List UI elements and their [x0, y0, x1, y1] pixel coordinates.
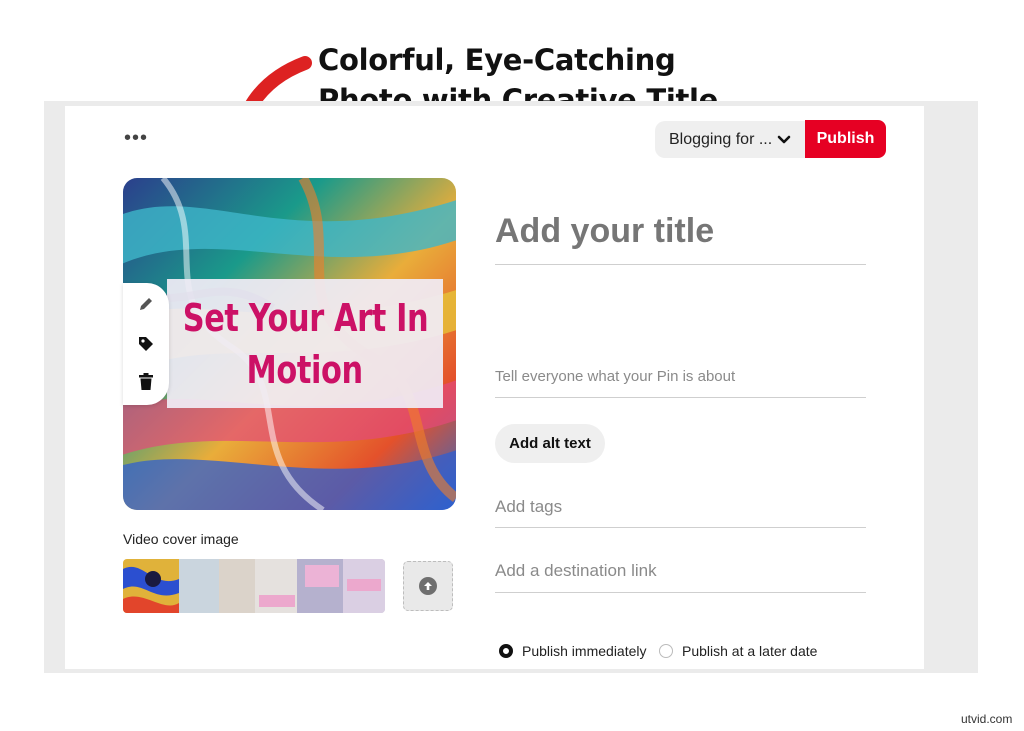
pin-text-overlay[interactable]: Set Your Art In Motion	[167, 279, 443, 408]
publish-button[interactable]: Publish	[805, 120, 886, 158]
video-cover-thumbnails[interactable]	[123, 559, 385, 613]
publish-immediately-label: Publish immediately	[522, 643, 647, 659]
publish-immediately-option[interactable]: Publish immediately	[499, 643, 647, 659]
more-options-button[interactable]: •••	[124, 128, 148, 148]
title-placeholder: Add your title	[495, 212, 715, 250]
image-tool-rail	[123, 283, 169, 405]
annotation-line-1: Colorful, Eye-Catching	[318, 43, 676, 77]
pencil-icon[interactable]	[135, 293, 157, 315]
board-select[interactable]: Blogging for ...	[655, 121, 805, 158]
title-input[interactable]: Add your title	[495, 212, 866, 265]
thumbnail-frame[interactable]	[123, 559, 179, 613]
radio-selected-icon[interactable]	[499, 644, 513, 658]
board-select-value: Blogging for ...	[669, 130, 773, 148]
publish-later-label: Publish at a later date	[682, 643, 818, 659]
upload-arrow-icon	[419, 577, 437, 595]
add-alt-text-button[interactable]: Add alt text	[495, 424, 605, 463]
radio-unselected-icon[interactable]	[659, 644, 673, 658]
trash-icon[interactable]	[135, 371, 157, 393]
overlay-line-2: Motion	[246, 347, 364, 392]
thumbnail-strip[interactable]	[179, 559, 385, 613]
tag-icon[interactable]	[135, 333, 157, 355]
tags-input[interactable]: Add tags	[495, 497, 866, 528]
chevron-down-icon	[777, 132, 791, 148]
video-cover-label: Video cover image	[123, 531, 239, 547]
publish-later-option[interactable]: Publish at a later date	[659, 643, 817, 659]
destination-link-input[interactable]: Add a destination link	[495, 561, 866, 593]
description-input[interactable]: Tell everyone what your Pin is about	[495, 368, 866, 398]
overlay-line-1: Set Your Art In	[182, 295, 428, 340]
upload-cover-button[interactable]	[403, 561, 453, 611]
watermark: utvid.com	[961, 712, 1013, 726]
